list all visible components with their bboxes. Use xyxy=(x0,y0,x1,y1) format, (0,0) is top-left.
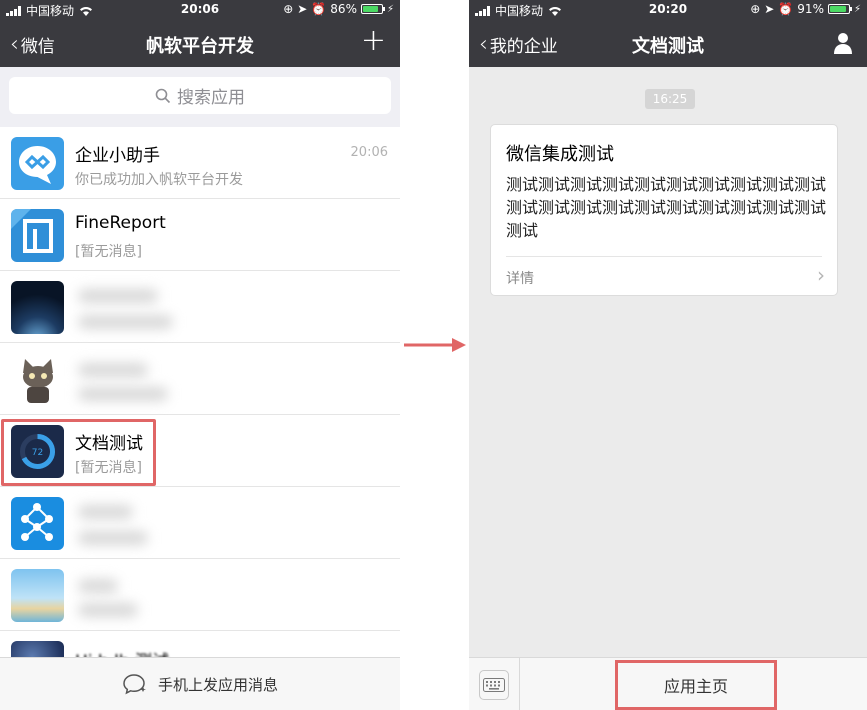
beach-app-icon xyxy=(11,569,64,622)
item-time: 20:06 xyxy=(350,145,388,160)
status-bar: 中国移动 20:20 ⊕ ➤ ⏰ 91% ⚡ xyxy=(469,0,867,20)
lock-rotation-icon: ⊕ xyxy=(750,2,761,16)
search-area: 搜索应用 xyxy=(0,67,400,127)
bar-separator xyxy=(519,658,520,710)
battery-icon xyxy=(360,4,385,14)
battery-percent: 86% xyxy=(330,2,357,16)
finereport-app-icon xyxy=(11,209,64,262)
person-icon[interactable] xyxy=(833,32,853,54)
location-icon: ➤ xyxy=(297,2,308,16)
app-home-button[interactable]: 应用主页 xyxy=(615,660,777,710)
status-bar: 中国移动 20:06 ⊕ ➤ ⏰ 86% ⚡ xyxy=(0,0,400,20)
list-item-blurred-network[interactable] xyxy=(0,487,400,559)
blurred-subtitle xyxy=(78,387,168,401)
message-card[interactable]: 微信集成测试 测试测试测试测试测试测试测试测试测试测试测试测试测试测试测试测试测… xyxy=(490,124,838,296)
page-title: 帆软平台开发 xyxy=(146,36,254,57)
add-icon[interactable]: + xyxy=(361,26,386,56)
battery-percent: 91% xyxy=(797,2,824,16)
status-right: ⊕ ➤ ⏰ 91% ⚡ xyxy=(750,2,861,16)
list-item-assistant[interactable]: 企业小助手 你已成功加入帆软平台开发 20:06 xyxy=(0,127,400,199)
bottom-bar: 应用主页 xyxy=(469,657,867,710)
bottom-bar[interactable]: 手机上发应用消息 xyxy=(0,657,400,710)
page-title: 文档测试 xyxy=(632,36,704,57)
network-app-icon xyxy=(11,497,64,550)
search-placeholder: 搜索应用 xyxy=(177,88,245,108)
item-subtitle: [暂无消息] xyxy=(75,244,142,260)
item-name: 企业小助手 xyxy=(75,146,160,166)
blurred-name xyxy=(78,579,118,593)
status-right: ⊕ ➤ ⏰ 86% ⚡ xyxy=(283,2,394,16)
battery-icon xyxy=(827,4,852,14)
list-item-blurred-cat[interactable] xyxy=(0,343,400,415)
card-divider xyxy=(506,256,822,257)
cat-app-icon xyxy=(11,353,64,406)
blurred-name xyxy=(78,505,133,519)
card-title: 微信集成测试 xyxy=(506,144,614,165)
left-phone-screen: 中国移动 20:06 ⊕ ➤ ⏰ 86% ⚡ ‹ 微信 帆软平台开发 + 搜索应… xyxy=(0,0,400,710)
charging-icon: ⚡ xyxy=(853,3,861,15)
assistant-app-icon xyxy=(11,137,64,190)
search-input[interactable]: 搜索应用 xyxy=(9,77,391,114)
chat-bubble-icon xyxy=(123,674,146,695)
item-subtitle: 你已成功加入帆软平台开发 xyxy=(75,172,243,188)
list-item-blurred-beach[interactable] xyxy=(0,559,400,631)
location-icon: ➤ xyxy=(764,2,775,16)
blurred-subtitle xyxy=(78,603,138,617)
right-phone-screen: 中国移动 20:20 ⊕ ➤ ⏰ 91% ⚡ ‹ 我的企业 文档测试 16:25… xyxy=(469,0,867,710)
alarm-icon: ⏰ xyxy=(778,2,794,16)
nav-bar: ‹ 我的企业 文档测试 xyxy=(469,20,867,67)
blurred-name xyxy=(78,289,158,303)
list-item-blurred-earth[interactable] xyxy=(0,271,400,343)
message-timestamp: 16:25 xyxy=(645,89,695,109)
charging-icon: ⚡ xyxy=(386,3,394,15)
bottom-bar-label: 手机上发应用消息 xyxy=(157,675,278,694)
item-name: FineReport xyxy=(75,213,166,233)
app-home-label: 应用主页 xyxy=(663,677,728,696)
earth-app-icon xyxy=(11,281,64,334)
blurred-subtitle xyxy=(78,315,173,329)
list-item-finereport[interactable]: FineReport [暂无消息] xyxy=(0,199,400,271)
chevron-right-icon: › xyxy=(817,263,825,287)
nav-bar: ‹ 微信 帆软平台开发 + xyxy=(0,20,400,67)
blurred-subtitle xyxy=(78,531,148,545)
flow-arrow-icon xyxy=(404,338,466,352)
alarm-icon: ⏰ xyxy=(311,2,327,16)
lock-rotation-icon: ⊕ xyxy=(283,2,294,16)
card-body: 测试测试测试测试测试测试测试测试测试测试测试测试测试测试测试测试测试测试测试测试… xyxy=(506,175,827,240)
blurred-name xyxy=(78,363,148,377)
highlight-box-doc-test xyxy=(1,419,156,486)
card-detail-link[interactable]: 详情 xyxy=(506,268,534,288)
keyboard-icon[interactable] xyxy=(479,670,509,700)
search-icon xyxy=(155,88,171,103)
